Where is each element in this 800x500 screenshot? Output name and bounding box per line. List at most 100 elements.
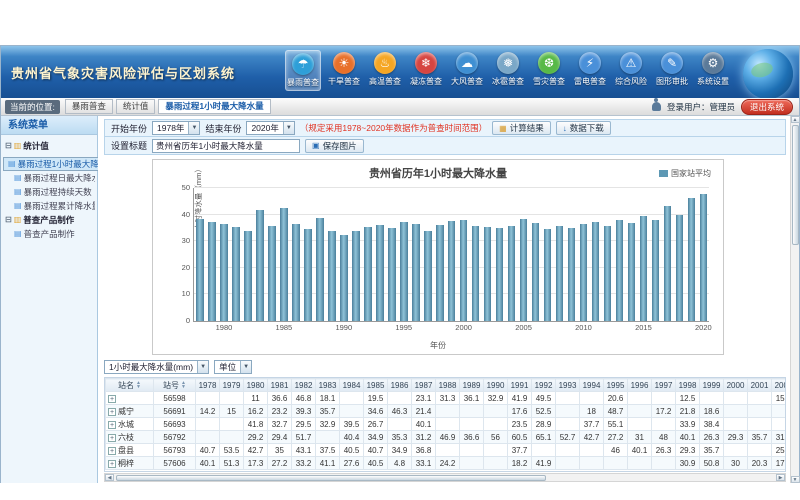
bar-1997[interactable]	[424, 231, 432, 321]
data-download-button[interactable]: ↓ 数据下载	[556, 121, 611, 135]
bar-2006[interactable]	[532, 223, 540, 321]
expand-icon[interactable]: +	[108, 460, 116, 468]
year-column-header[interactable]: 1991	[508, 379, 532, 392]
collapse-icon[interactable]: ⊟	[5, 139, 12, 153]
metric-select[interactable]: 1小时最大降水量(mm) ▼	[104, 360, 209, 374]
year-column-header[interactable]: 1980	[244, 379, 268, 392]
toolbar-item-system-settings[interactable]: ⚙系统设置	[695, 50, 731, 91]
bar-2004[interactable]	[508, 226, 516, 321]
bar-2016[interactable]	[652, 220, 660, 321]
station-name-cell[interactable]: +	[106, 392, 154, 405]
bar-2008[interactable]	[556, 226, 564, 321]
year-column-header[interactable]: 1989	[460, 379, 484, 392]
bar-2019[interactable]	[688, 198, 696, 321]
year-column-header[interactable]: 1999	[700, 379, 724, 392]
bar-1996[interactable]	[412, 224, 420, 321]
bar-1988[interactable]	[316, 218, 324, 321]
station-name-header[interactable]: 站名▲▼	[106, 379, 154, 392]
bar-1990[interactable]	[340, 235, 348, 321]
tree-item[interactable]: ▤暴雨过程日最大降水量	[3, 171, 95, 185]
station-name-cell[interactable]: +水城	[106, 418, 154, 431]
bar-1983[interactable]	[256, 210, 264, 321]
toolbar-item-strong-wind[interactable]: ☁大风普查	[449, 50, 485, 91]
chart-title-input[interactable]	[152, 139, 300, 153]
expand-icon[interactable]: +	[108, 447, 116, 455]
year-column-header[interactable]: 1978	[196, 379, 220, 392]
bar-2001[interactable]	[472, 226, 480, 321]
bar-2005[interactable]	[520, 219, 528, 321]
vertical-scroll-thumb[interactable]	[792, 125, 799, 245]
bar-2002[interactable]	[484, 227, 492, 321]
bar-2012[interactable]	[604, 226, 612, 321]
year-column-header[interactable]: 1985	[364, 379, 388, 392]
tree-group[interactable]: ⊟▥普查产品制作	[3, 213, 95, 227]
toolbar-item-snow-disaster[interactable]: ❆雪灾普查	[531, 50, 567, 91]
year-column-header[interactable]: 1979	[220, 379, 244, 392]
bar-2020[interactable]	[700, 194, 708, 321]
year-column-header[interactable]: 1983	[316, 379, 340, 392]
bar-1981[interactable]	[232, 227, 240, 321]
bar-1982[interactable]	[244, 231, 252, 321]
bar-2007[interactable]	[544, 229, 552, 321]
year-column-header[interactable]: 2000	[724, 379, 748, 392]
year-column-header[interactable]: 1998	[676, 379, 700, 392]
bar-2014[interactable]	[628, 223, 636, 321]
year-column-header[interactable]: 1993	[556, 379, 580, 392]
vertical-scrollbar[interactable]: ▲ ▼	[790, 116, 799, 483]
scroll-up-icon[interactable]: ▲	[791, 116, 800, 123]
toolbar-item-lightning[interactable]: ⚡雷电普查	[572, 50, 608, 91]
expand-icon[interactable]: +	[108, 434, 116, 442]
horizontal-scroll-thumb[interactable]	[116, 475, 546, 481]
year-column-header[interactable]: 1995	[604, 379, 628, 392]
scroll-down-icon[interactable]: ▼	[791, 476, 800, 483]
collapse-icon[interactable]: ⊟	[5, 213, 12, 227]
toolbar-item-comprehensive-risk[interactable]: ⚠综合风险	[613, 50, 649, 91]
year-column-header[interactable]: 1994	[580, 379, 604, 392]
bar-2018[interactable]	[676, 215, 684, 321]
bar-1989[interactable]	[328, 231, 336, 321]
expand-icon[interactable]: +	[108, 395, 116, 403]
bar-1999[interactable]	[448, 221, 456, 321]
bar-1980[interactable]	[220, 224, 228, 321]
year-column-header[interactable]: 1984	[340, 379, 364, 392]
calculate-button[interactable]: ▦ 计算结果	[492, 121, 551, 135]
logout-button[interactable]: 退出系统	[741, 99, 793, 115]
bar-1984[interactable]	[268, 226, 276, 321]
year-column-header[interactable]: 1997	[652, 379, 676, 392]
unit-select[interactable]: 单位 ▼	[214, 360, 252, 374]
sort-icons[interactable]: ▲▼	[181, 381, 186, 389]
bar-1987[interactable]	[304, 229, 312, 321]
bar-1995[interactable]	[400, 222, 408, 321]
year-column-header[interactable]: 1986	[388, 379, 412, 392]
year-column-header[interactable]: 2002	[772, 379, 787, 392]
bar-1979[interactable]	[208, 222, 216, 321]
expand-icon[interactable]: +	[108, 421, 116, 429]
breadcrumb-tab[interactable]: 暴雨普查	[65, 99, 113, 114]
start-year-select[interactable]: 1978年 ▼	[152, 121, 200, 135]
scroll-left-icon[interactable]: ◀	[105, 474, 114, 481]
tree-group[interactable]: ⊟▥统计值	[3, 139, 95, 153]
bar-1991[interactable]	[352, 231, 360, 321]
toolbar-item-graphic-approval[interactable]: ✎图形审批	[654, 50, 690, 91]
year-column-header[interactable]: 1981	[268, 379, 292, 392]
tree-item[interactable]: ▤暴雨过程累计降水量	[3, 199, 95, 213]
tree-item[interactable]: ▤普查产品制作	[3, 227, 95, 241]
bar-2009[interactable]	[568, 228, 576, 321]
bar-1978[interactable]	[196, 219, 204, 321]
toolbar-item-hail[interactable]: ❅冰雹普查	[490, 50, 526, 91]
year-column-header[interactable]: 1988	[436, 379, 460, 392]
horizontal-scrollbar[interactable]: ◀ ▶	[104, 473, 786, 482]
year-column-header[interactable]: 1982	[292, 379, 316, 392]
toolbar-item-high-temperature[interactable]: ♨高温普查	[367, 50, 403, 91]
year-column-header[interactable]: 2001	[748, 379, 772, 392]
tree-item[interactable]: ▤暴雨过程持续天数	[3, 185, 95, 199]
toolbar-item-drought[interactable]: ☀干旱普查	[326, 50, 362, 91]
station-name-cell[interactable]: +六枝	[106, 431, 154, 444]
station-id-header[interactable]: 站号▲▼	[154, 379, 196, 392]
sort-icons[interactable]: ▲▼	[136, 381, 141, 389]
station-name-cell[interactable]: +威宁	[106, 405, 154, 418]
bar-1998[interactable]	[436, 225, 444, 321]
chart-legend[interactable]: 国家站平均	[659, 168, 711, 179]
station-name-cell[interactable]: +盘县	[106, 444, 154, 457]
bar-1993[interactable]	[376, 225, 384, 321]
